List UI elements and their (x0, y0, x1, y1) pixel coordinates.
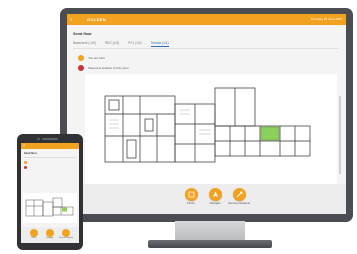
navigate-action[interactable]: Navigate (202, 188, 228, 205)
services-request-label: Services Request (228, 201, 250, 205)
phone-navigate-action[interactable]: Navigate (42, 229, 58, 239)
navigate-icon[interactable] (208, 188, 222, 201)
floors-action[interactable]: Floors (178, 188, 204, 205)
phone-screen: ≡ Send floor Floors Navigate Services Re… (21, 143, 79, 243)
page-title: Send floor (73, 32, 92, 36)
phone-camera (37, 137, 40, 140)
phone-action-bar: Floors Navigate Services Request (21, 227, 79, 243)
menu-icon[interactable]: ≡ (23, 143, 25, 149)
services-request-action[interactable]: Services Request (226, 188, 252, 205)
floor-plan[interactable] (85, 74, 337, 184)
phone-app-header: ≡ (21, 143, 79, 149)
action-bar: Floors Navigate Services Request (67, 184, 346, 214)
brand-logo: GOLDEN (87, 17, 106, 22)
floors-icon[interactable] (30, 229, 38, 237)
alert-icon (24, 166, 27, 169)
app-header: ≡ GOLDEN Thursday 16 June 2023 (67, 14, 346, 25)
alert-icon (78, 65, 84, 71)
location-icon (78, 55, 84, 61)
tab-r1[interactable]: R+1 (1/2) (128, 41, 141, 47)
tabs-divider (73, 48, 339, 49)
floor-plan-drawing (104, 87, 311, 163)
phone-floors-action[interactable]: Floors (26, 229, 42, 239)
status-label: Shared at location of this room (88, 66, 129, 70)
tab-terrace[interactable]: Terrace (1/1) (150, 41, 169, 47)
desktop-screen: ≡ GOLDEN Thursday 16 June 2023 Send floo… (67, 14, 346, 214)
tab-basement[interactable]: Basement (-1/0) (73, 41, 96, 47)
menu-icon[interactable]: ≡ (70, 14, 72, 25)
phone-services-request-action[interactable]: Services Request (58, 229, 74, 239)
highlighted-room[interactable] (260, 126, 280, 141)
floors-label: Floors (31, 237, 37, 239)
status-label: You are here (88, 56, 106, 60)
navigate-label: Navigate (46, 237, 54, 239)
navigate-icon[interactable] (46, 229, 54, 237)
status-you-are-here: You are here (78, 55, 105, 61)
request-icon[interactable] (232, 188, 246, 201)
services-request-label: Services Request (58, 237, 74, 239)
phone-floor-plan[interactable] (23, 193, 77, 223)
header-date: Thursday 16 June 2023 (310, 17, 342, 21)
status-shared: Shared at location of this room (78, 65, 129, 71)
phone-page-title: Send floor (24, 152, 37, 155)
phone-speaker (42, 138, 58, 140)
floors-label: Floors (187, 201, 195, 205)
location-icon (24, 161, 27, 164)
tab-rdc[interactable]: RDC (1/2) (105, 41, 119, 47)
request-icon[interactable] (62, 229, 70, 237)
vertical-scrollbar[interactable] (339, 96, 341, 174)
navigate-label: Navigate (209, 201, 221, 205)
floors-icon[interactable] (184, 188, 198, 201)
phone-floor-plan-drawing (25, 197, 74, 217)
monitor-stand-base (148, 240, 272, 248)
floor-tabs: Basement (-1/0) RDC (1/2) R+1 (1/2) Terr… (73, 41, 169, 47)
phone-tabs-divider (24, 157, 76, 158)
